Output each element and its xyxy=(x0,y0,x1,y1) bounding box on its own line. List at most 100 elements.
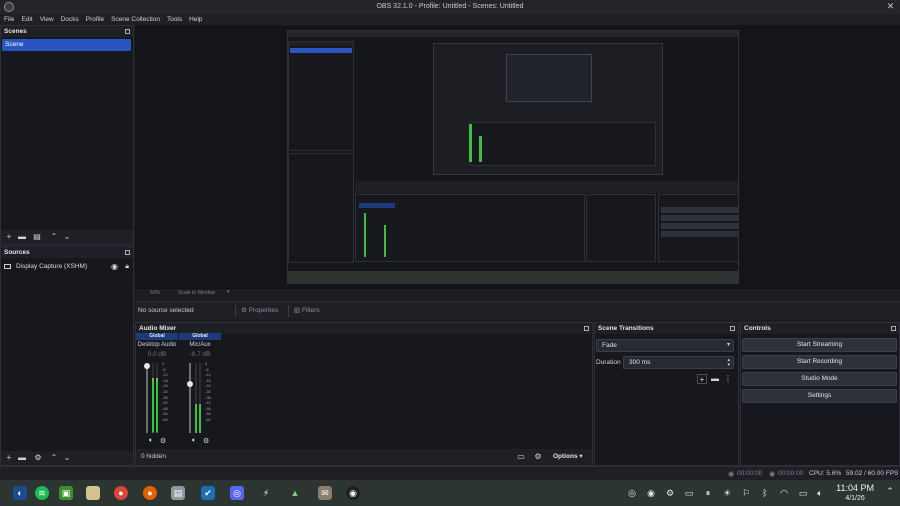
steam-icon[interactable]: ✔ xyxy=(201,486,215,500)
add-icon[interactable]: + xyxy=(5,454,13,462)
preview-zoom-bar: 50% Scale to Window ▾ xyxy=(135,289,900,298)
start-streaming-button[interactable]: Start Streaming xyxy=(742,338,897,352)
undock-icon[interactable] xyxy=(584,326,589,331)
minecraft-icon[interactable]: ▣ xyxy=(59,486,73,500)
duration-value: 300 ms xyxy=(629,359,651,366)
firefox-icon[interactable]: ● xyxy=(143,486,157,500)
undock-icon[interactable] xyxy=(125,29,130,34)
add-transition-icon[interactable]: + xyxy=(697,374,707,384)
db-tick: -12 xyxy=(205,372,211,378)
start-recording-button[interactable]: Start Recording xyxy=(742,355,897,369)
obs-icon[interactable]: ◉ xyxy=(346,486,360,500)
fader-knob[interactable] xyxy=(187,380,193,387)
channel-name: Mic/Aux xyxy=(189,342,211,348)
status-bar: ◉ 00:00:00 ◉ 00:00:00 CPU: 5.6% 59.02 / … xyxy=(0,466,900,480)
headphones-icon[interactable]: ⚙ xyxy=(203,437,209,445)
db-tick: -42 xyxy=(162,400,168,406)
wifi-icon[interactable]: ◠ xyxy=(778,487,790,499)
discord-tray-icon[interactable]: ◎ xyxy=(626,487,638,499)
volume-fader[interactable] xyxy=(146,363,148,433)
menu-docks[interactable]: Docks xyxy=(57,14,82,25)
settings-button[interactable]: Settings xyxy=(742,389,897,403)
notifications-icon[interactable]: ⚐ xyxy=(740,487,752,499)
pause-icon[interactable]: ⏸ xyxy=(702,487,714,499)
source-item[interactable]: Display Capture (XSHM) ◉ 🔒︎ xyxy=(4,261,132,272)
filters-button[interactable]: ▥ Filters xyxy=(288,305,325,317)
trash-icon[interactable]: ▬ xyxy=(18,454,26,462)
volume-icon[interactable]: 🔈︎ xyxy=(814,487,826,499)
gear-icon[interactable]: ⚙ xyxy=(34,454,42,462)
move-down-icon[interactable]: ⌄ xyxy=(63,454,71,462)
menu-file[interactable]: File xyxy=(0,14,17,25)
battery-icon[interactable]: ▭ xyxy=(797,487,809,499)
filter-icon[interactable]: ▤ xyxy=(33,233,41,241)
db-tick: -60 xyxy=(162,416,168,422)
lock-icon[interactable]: 🔒︎ xyxy=(125,261,129,272)
close-icon[interactable]: ✕ xyxy=(885,1,896,12)
move-down-icon[interactable]: ⌄ xyxy=(63,233,71,241)
menu-edit[interactable]: Edit xyxy=(17,14,35,25)
menu-tools[interactable]: Tools xyxy=(163,14,185,25)
hidden-count: 0 hidden xyxy=(141,453,166,460)
properties-button[interactable]: ⚙ Properties xyxy=(235,305,283,317)
speaker-icon[interactable]: 🔈︎ xyxy=(192,437,196,445)
options-button[interactable]: Options ▾ xyxy=(548,451,588,463)
discord-icon[interactable]: ◎ xyxy=(230,486,244,500)
stepper-icon[interactable]: ▴ ▾ xyxy=(727,358,730,368)
transition-select[interactable]: Fade ▾ xyxy=(596,339,734,352)
global-tag: Global xyxy=(136,333,178,340)
scene-transitions-dock: Scene Transitions Fade ▾ Duration 300 ms ▴… xyxy=(594,322,739,466)
obs-tray-icon[interactable]: ◉ xyxy=(645,487,657,499)
duration-input[interactable]: 300 ms ▴ ▾ xyxy=(623,356,734,369)
menu-view[interactable]: View xyxy=(36,14,57,25)
chevron-down-icon[interactable]: ▾ xyxy=(227,289,230,295)
transitions-title: Scene Transitions xyxy=(598,325,654,332)
gimp-icon[interactable]: ✉ xyxy=(318,486,332,500)
archive-icon[interactable]: ▤ xyxy=(171,486,185,500)
eye-icon[interactable]: ◉ xyxy=(111,261,118,272)
menu-help[interactable]: Help xyxy=(185,14,205,25)
headphones-icon[interactable]: ⚙ xyxy=(160,437,166,445)
trash-icon[interactable]: ▬ xyxy=(18,233,26,241)
show-desktop-icon[interactable]: ⌃ xyxy=(884,485,896,497)
mixer-layout-icon[interactable]: ▭ xyxy=(517,453,525,461)
filters-label: Filters xyxy=(301,307,320,314)
files-icon[interactable] xyxy=(86,486,100,500)
zoom-level[interactable]: 50% xyxy=(150,290,160,296)
more-icon[interactable]: ⋮ xyxy=(724,375,732,383)
kde-icon[interactable]: ◐ xyxy=(13,486,27,500)
mixer-channel-desktop-audio: Global Desktop Audio 0.0 dB 0 -6 -12 -18 -24… xyxy=(136,333,178,449)
no-source-label: No source selected xyxy=(138,307,194,314)
scale-mode[interactable]: Scale to Window xyxy=(178,290,215,296)
spotify-icon[interactable]: ≋ xyxy=(35,486,49,500)
move-up-icon[interactable]: ⌃ xyxy=(50,233,58,241)
sources-dock: Sources Display Capture (XSHM) ◉ 🔒︎ + ▬ … xyxy=(0,246,134,466)
options-label: Options xyxy=(553,453,578,460)
plot-icon[interactable]: ▲ xyxy=(288,486,302,500)
screen-icon[interactable]: ▭ xyxy=(683,487,695,499)
add-icon[interactable]: + xyxy=(5,233,13,241)
studio-mode-button[interactable]: Studio Mode xyxy=(742,372,897,386)
lutris-icon[interactable]: ⚡ xyxy=(259,486,273,500)
trash-icon[interactable]: ▬ xyxy=(711,375,719,383)
brightness-icon[interactable]: ☀ xyxy=(721,487,733,499)
mixer-settings-icon[interactable]: ⚙ xyxy=(534,453,542,461)
chrome-icon[interactable]: ● xyxy=(114,486,128,500)
fader-knob[interactable] xyxy=(144,363,150,369)
level-meter xyxy=(195,363,197,433)
steam-tray-icon[interactable]: ⚙ xyxy=(664,487,676,499)
scene-item[interactable]: Scene xyxy=(2,39,131,51)
volume-fader[interactable] xyxy=(189,363,191,433)
db-tick: -30 xyxy=(162,388,168,394)
menu-scene-collection[interactable]: Scene Collection xyxy=(107,14,163,25)
stream-status-icon: ◉ xyxy=(728,471,735,478)
undock-icon[interactable] xyxy=(125,250,130,255)
menu-profile[interactable]: Profile xyxy=(82,14,107,25)
clock[interactable]: 11:04 PM 4/1/26 xyxy=(836,483,874,503)
speaker-icon[interactable]: 🔈︎ xyxy=(149,437,153,445)
undock-icon[interactable] xyxy=(730,326,735,331)
undock-icon[interactable] xyxy=(891,326,896,331)
clock-date: 4/1/26 xyxy=(845,495,865,502)
bluetooth-icon[interactable]: ᛒ xyxy=(759,487,771,499)
move-up-icon[interactable]: ⌃ xyxy=(50,454,58,462)
